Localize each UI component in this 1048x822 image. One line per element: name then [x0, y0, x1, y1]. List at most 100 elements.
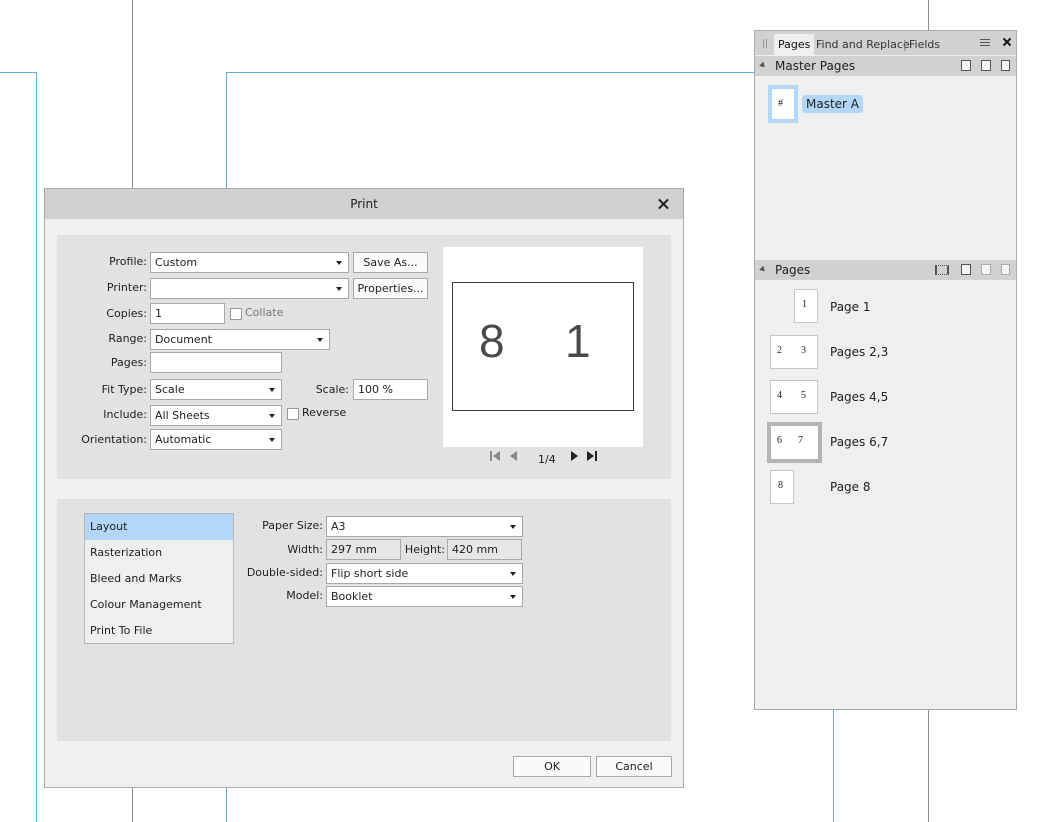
page-1-thumbnail[interactable]: 1: [794, 289, 818, 323]
category-print-to-file[interactable]: Print To File: [85, 618, 233, 644]
paper-size-select[interactable]: A3: [326, 516, 523, 537]
profile-select[interactable]: Custom: [150, 252, 349, 273]
fit-type-label: Fit Type:: [101, 383, 147, 396]
pages-title: Pages: [775, 263, 811, 277]
pages-4-5-thumbnail[interactable]: 4 5: [770, 380, 818, 414]
print-preview: 8 1: [443, 247, 643, 447]
category-layout[interactable]: Layout: [85, 514, 233, 540]
scale-input[interactable]: 100 %: [353, 379, 428, 400]
category-rasterization[interactable]: Rasterization: [85, 540, 233, 566]
guide-line: [833, 710, 834, 822]
copies-label: Copies:: [106, 307, 147, 320]
master-a-label[interactable]: Master A: [802, 95, 864, 113]
close-icon[interactable]: [653, 193, 675, 215]
dialog-title: Print: [45, 189, 683, 219]
scale-label: Scale:: [315, 383, 349, 396]
tab-separator: |: [903, 38, 907, 51]
pages-6-7-label: Pages 6,7: [830, 435, 889, 449]
print-settings-section: Profile: Custom Save As... Printer: Prop…: [57, 235, 671, 479]
ok-button[interactable]: OK: [513, 756, 591, 777]
collapse-caret-icon[interactable]: [759, 61, 767, 70]
category-colour-management[interactable]: Colour Management: [85, 592, 233, 618]
double-sided-select[interactable]: Flip short side: [326, 563, 523, 584]
orientation-label: Orientation:: [81, 433, 147, 446]
delete-page-icon[interactable]: [1001, 264, 1010, 275]
tab-pages[interactable]: Pages: [774, 34, 815, 55]
preview-left-page-number: 8: [479, 315, 505, 367]
duplicate-master-icon[interactable]: [981, 60, 991, 71]
thumb-page-number: 3: [801, 345, 806, 356]
guide-line: [226, 788, 227, 822]
model-label: Model:: [286, 589, 323, 602]
orientation-select[interactable]: Automatic: [150, 429, 282, 450]
double-sided-label: Double-sided:: [246, 566, 323, 579]
master-a-thumbnail[interactable]: #: [768, 85, 798, 123]
include-label: Include:: [103, 408, 147, 421]
pages-2-3-thumbnail[interactable]: 2 3: [770, 335, 818, 369]
pages-6-7-thumbnail[interactable]: 6 7: [767, 422, 822, 463]
reverse-label: Reverse: [302, 406, 347, 419]
pages-4-5-label: Pages 4,5: [830, 390, 889, 404]
delete-master-icon[interactable]: [1001, 60, 1010, 71]
master-a-thumb-symbol: #: [778, 98, 783, 109]
page-1-label: Page 1: [830, 300, 871, 314]
drag-handle-icon[interactable]: [763, 39, 767, 48]
guide-line: [226, 72, 754, 73]
tab-fields[interactable]: Fields: [909, 34, 940, 55]
pages-header[interactable]: Pages: [755, 260, 1016, 280]
fit-type-select[interactable]: Scale: [150, 379, 282, 400]
previous-page-icon[interactable]: [509, 450, 521, 462]
last-page-icon[interactable]: [587, 450, 599, 462]
panel-menu-icon[interactable]: [980, 39, 990, 46]
tab-find-and-replace[interactable]: Find and Replace: [816, 34, 910, 55]
model-select[interactable]: Booklet: [326, 586, 523, 607]
range-select[interactable]: Document: [150, 329, 330, 350]
first-page-icon[interactable]: [490, 450, 502, 462]
duplicate-page-icon[interactable]: [981, 264, 991, 275]
thumb-page-number: 1: [802, 299, 807, 310]
category-list: Layout Rasterization Bleed and Marks Col…: [84, 513, 234, 644]
preview-right-page-number: 1: [565, 315, 591, 367]
add-master-icon[interactable]: [961, 60, 971, 71]
save-as-button[interactable]: Save As...: [353, 252, 428, 273]
guide-line: [928, 0, 929, 30]
page-8-thumbnail[interactable]: 8: [770, 470, 794, 504]
pages-input[interactable]: [150, 352, 282, 373]
category-bleed-and-marks[interactable]: Bleed and Marks: [85, 566, 233, 592]
thumb-page-number: 5: [801, 390, 806, 401]
properties-button[interactable]: Properties...: [353, 278, 428, 299]
collate-checkbox[interactable]: [230, 308, 242, 320]
paper-size-label: Paper Size:: [262, 519, 323, 532]
thumb-page-number: 8: [778, 480, 783, 491]
include-select[interactable]: All Sheets: [150, 405, 282, 426]
collate-label: Collate: [245, 306, 284, 319]
page-8-label: Page 8: [830, 480, 871, 494]
copies-input[interactable]: 1: [150, 303, 225, 324]
thumb-page-number: 7: [798, 435, 803, 446]
panel-tab-bar: Pages Find and Replace | Fields: [755, 31, 1016, 55]
next-page-icon[interactable]: [570, 450, 582, 462]
add-page-icon[interactable]: [961, 264, 971, 275]
guide-line: [132, 788, 133, 822]
preview-sheet: 8 1: [452, 282, 634, 411]
collapse-caret-icon[interactable]: [759, 265, 767, 274]
guide-line: [226, 72, 227, 188]
guide-line: [132, 0, 133, 188]
page-layout-icon[interactable]: [935, 265, 949, 275]
guide-line: [0, 72, 37, 73]
profile-label: Profile:: [109, 255, 147, 268]
thumb-page-number: 6: [777, 435, 782, 446]
printer-select[interactable]: [150, 278, 349, 299]
height-field: 420 mm: [447, 539, 522, 560]
panel-close-icon[interactable]: [1001, 36, 1013, 48]
guide-line: [36, 72, 37, 822]
preview-page-indicator: 1/4: [538, 453, 556, 466]
range-label: Range:: [108, 332, 147, 345]
reverse-checkbox[interactable]: [287, 408, 299, 420]
thumb-page-number: 4: [777, 390, 782, 401]
width-field: 297 mm: [326, 539, 401, 560]
print-dialog: Print Profile: Custom Save As... Printer…: [44, 188, 684, 788]
master-pages-header[interactable]: Master Pages: [755, 56, 1016, 76]
cancel-button[interactable]: Cancel: [596, 756, 672, 777]
pages-2-3-label: Pages 2,3: [830, 345, 889, 359]
